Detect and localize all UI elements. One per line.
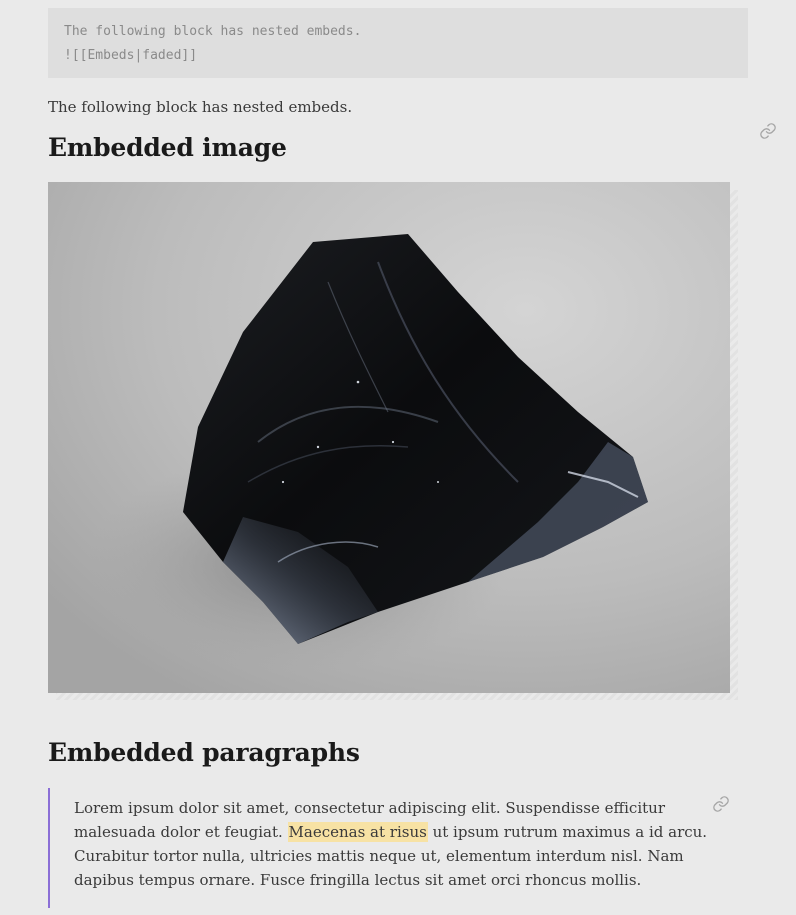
embedded-paragraphs-heading: Embedded paragraphs: [48, 738, 360, 767]
highlighted-text: Maecenas at risus: [287, 822, 428, 842]
code-line: ![[Embeds|faded]]: [64, 48, 198, 63]
code-line: The following block has nested embeds.: [64, 24, 362, 39]
code-block: The following block has nested embeds. !…: [48, 8, 748, 78]
link-icon[interactable]: [712, 795, 730, 813]
embedded-paragraph-block: Lorem ipsum dolor sit amet, consectetur …: [48, 788, 738, 908]
embedded-image-heading: Embedded image: [48, 133, 287, 162]
link-icon[interactable]: [759, 122, 777, 140]
intro-text: The following block has nested embeds.: [48, 98, 353, 116]
embedded-image-container: [48, 182, 738, 700]
obsidian-rock-image[interactable]: [48, 182, 730, 693]
